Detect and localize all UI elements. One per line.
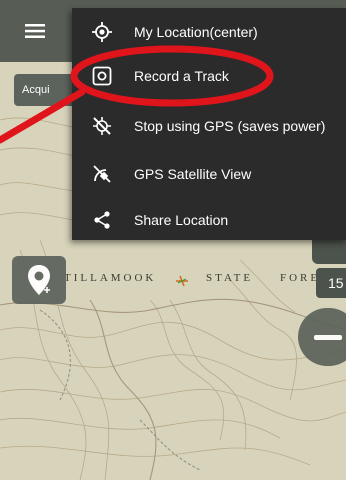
record-icon (90, 64, 114, 88)
acquire-chip[interactable]: Acqui (14, 74, 80, 106)
hamburger-icon (25, 24, 45, 38)
menu-item-record-track[interactable]: Record a Track (72, 54, 346, 98)
menu-item-label: Stop using GPS (saves power) (134, 118, 326, 134)
gps-options-menu: My Location(center) Record a Track Stop … (72, 8, 346, 240)
menu-item-label: Record a Track (134, 68, 229, 84)
menu-button[interactable] (13, 14, 57, 48)
menu-item-share-location[interactable]: Share Location (72, 198, 346, 242)
menu-item-label: Share Location (134, 212, 229, 228)
menu-item-label: My Location(center) (134, 24, 258, 40)
zoom-level-badge: 15 (316, 268, 346, 298)
map-state-forest-label: TILLAMOOK (64, 272, 157, 284)
satellite-icon (90, 162, 114, 186)
crosshair-icon (90, 20, 114, 44)
minus-icon (314, 334, 342, 340)
map-forest-word: FORE (280, 272, 321, 284)
menu-item-stop-gps[interactable]: Stop using GPS (saves power) (72, 104, 346, 148)
share-icon (90, 208, 114, 232)
add-waypoint-button[interactable] (12, 256, 66, 304)
gps-off-icon (90, 114, 114, 138)
map-state-word: STATE (206, 272, 254, 284)
menu-item-label: GPS Satellite View (134, 166, 252, 182)
map-pin-icon (28, 265, 50, 295)
menu-item-my-location[interactable]: My Location(center) (72, 10, 346, 54)
menu-item-satellite-view[interactable]: GPS Satellite View (72, 152, 346, 196)
